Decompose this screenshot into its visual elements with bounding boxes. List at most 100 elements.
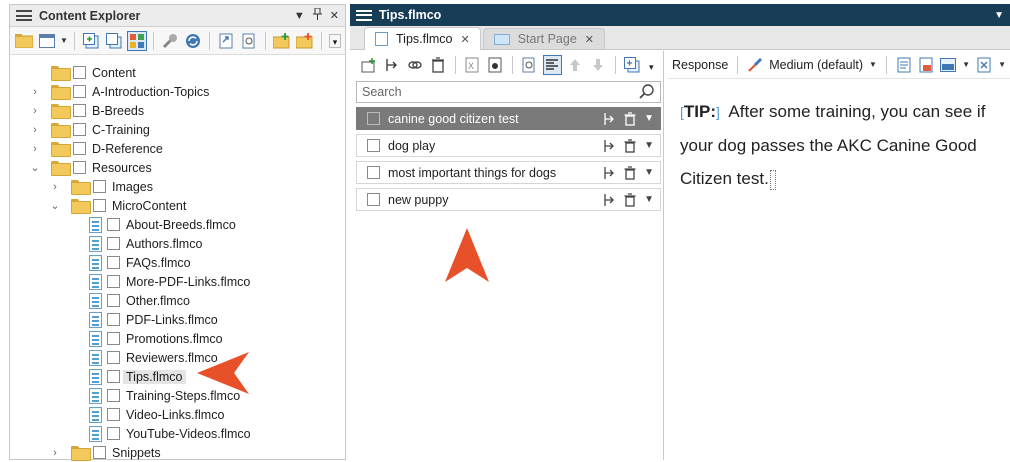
tree-checkbox[interactable] bbox=[107, 218, 120, 231]
style-icon[interactable] bbox=[747, 55, 763, 75]
insert-pdf-icon[interactable] bbox=[918, 55, 934, 75]
link-icon[interactable] bbox=[406, 55, 425, 75]
tree-checkbox[interactable] bbox=[107, 332, 120, 345]
find-icon[interactable] bbox=[520, 55, 539, 75]
dropdown-icon[interactable]: ▼ bbox=[294, 10, 305, 22]
tree-folder-row[interactable]: › C-Training bbox=[10, 120, 345, 139]
layout-icon[interactable] bbox=[126, 30, 147, 51]
dropdown-icon[interactable]: ▼ bbox=[644, 140, 654, 151]
preview-icon[interactable] bbox=[486, 55, 505, 75]
tree-folder-row[interactable]: › Snippets bbox=[10, 443, 345, 462]
chevron-right-icon[interactable]: › bbox=[29, 124, 41, 136]
tree-checkbox[interactable] bbox=[107, 256, 120, 269]
tree-checkbox[interactable] bbox=[107, 313, 120, 326]
chevron-right-icon[interactable]: › bbox=[29, 86, 41, 98]
window-dropdown-icon[interactable]: ▼ bbox=[994, 10, 1004, 21]
tree-file-row[interactable]: Tips.flmco bbox=[10, 367, 345, 386]
add-variant-icon[interactable] bbox=[383, 55, 402, 75]
tree-folder-row[interactable]: ⌄ MicroContent bbox=[10, 196, 345, 215]
dropdown-icon[interactable]: ▼ bbox=[644, 167, 654, 178]
tree-file-row[interactable]: Training-Steps.flmco bbox=[10, 386, 345, 405]
close-tab-icon[interactable]: ✕ bbox=[461, 33, 470, 46]
tree-checkbox[interactable] bbox=[107, 237, 120, 250]
tree-checkbox[interactable] bbox=[107, 294, 120, 307]
chevron-right-icon[interactable]: › bbox=[29, 105, 41, 117]
tab-start-page[interactable]: Start Page ✕ bbox=[482, 28, 606, 49]
tree-checkbox[interactable] bbox=[73, 66, 86, 79]
tree-checkbox[interactable] bbox=[73, 161, 86, 174]
duplicate-icon[interactable] bbox=[623, 55, 642, 75]
size-select[interactable]: Medium (default) bbox=[769, 58, 863, 72]
phrase-item[interactable]: new puppy ▼ bbox=[356, 188, 661, 211]
tree-checkbox[interactable] bbox=[93, 199, 106, 212]
close-tab-icon[interactable]: ✕ bbox=[585, 33, 594, 46]
add-variant-icon[interactable] bbox=[602, 193, 616, 207]
phrase-checkbox[interactable] bbox=[367, 166, 380, 179]
link-dropdown-icon[interactable]: ▼ bbox=[998, 60, 1006, 69]
tree-file-row[interactable]: FAQs.flmco bbox=[10, 253, 345, 272]
tools-icon[interactable] bbox=[160, 31, 180, 51]
tree-checkbox[interactable] bbox=[107, 370, 120, 383]
delete-icon[interactable] bbox=[624, 138, 636, 153]
toolbar-overflow-icon[interactable]: ▾ bbox=[646, 58, 657, 72]
phrase-checkbox[interactable] bbox=[367, 139, 380, 152]
new-item-icon[interactable] bbox=[81, 31, 101, 51]
tree-checkbox[interactable] bbox=[93, 180, 106, 193]
tree-folder-row[interactable]: › Images bbox=[10, 177, 345, 196]
menu-icon[interactable] bbox=[16, 10, 32, 21]
tree-file-row[interactable]: PDF-Links.flmco bbox=[10, 310, 345, 329]
tree-file-row[interactable]: Video-Links.flmco bbox=[10, 405, 345, 424]
tree-checkbox[interactable] bbox=[107, 389, 120, 402]
tree-folder-row[interactable]: › D-Reference bbox=[10, 139, 345, 158]
phrase-item[interactable]: dog play ▼ bbox=[356, 134, 661, 157]
new-folder-icon[interactable] bbox=[272, 31, 292, 51]
view-dropdown-icon[interactable]: ▼ bbox=[60, 36, 68, 45]
insert-link-icon[interactable] bbox=[976, 55, 992, 75]
add-variant-icon[interactable] bbox=[602, 139, 616, 153]
phrase-checkbox[interactable] bbox=[367, 193, 380, 206]
tree-folder-row[interactable]: ⌄ Resources bbox=[10, 158, 345, 177]
chevron-right-icon[interactable]: › bbox=[29, 143, 41, 155]
dropdown-icon[interactable]: ▼ bbox=[644, 194, 654, 205]
tree-file-row[interactable]: Promotions.flmco bbox=[10, 329, 345, 348]
copy-icon[interactable] bbox=[104, 31, 124, 51]
tree-folder-row[interactable]: Content bbox=[10, 63, 345, 82]
folder-add-icon[interactable] bbox=[295, 31, 315, 51]
tree-checkbox[interactable] bbox=[73, 85, 86, 98]
tree-checkbox[interactable] bbox=[107, 427, 120, 440]
tree-checkbox[interactable] bbox=[93, 446, 106, 459]
tree-file-row[interactable]: About-Breeds.flmco bbox=[10, 215, 345, 234]
delete-icon[interactable] bbox=[624, 111, 636, 126]
image-dropdown-icon[interactable]: ▼ bbox=[962, 60, 970, 69]
toolbar-overflow-icon[interactable]: ▾ bbox=[329, 33, 341, 48]
view-icon[interactable] bbox=[37, 31, 57, 51]
tree-checkbox[interactable] bbox=[73, 142, 86, 155]
chevron-down-icon[interactable]: ⌄ bbox=[29, 161, 41, 174]
tree-file-row[interactable]: YouTube-Videos.flmco bbox=[10, 424, 345, 443]
tree-checkbox[interactable] bbox=[73, 104, 86, 117]
delete-icon[interactable] bbox=[624, 192, 636, 207]
chevron-right-icon[interactable]: › bbox=[49, 181, 61, 193]
close-icon[interactable]: ✕ bbox=[330, 9, 339, 22]
response-content[interactable]: [TIP:] After some training, you can see … bbox=[668, 79, 1010, 195]
insert-doc-icon[interactable] bbox=[896, 55, 912, 75]
open-folder-icon[interactable] bbox=[14, 31, 34, 51]
search-input[interactable] bbox=[362, 85, 639, 99]
menu-icon[interactable] bbox=[356, 9, 372, 21]
add-variant-icon[interactable] bbox=[602, 166, 616, 180]
dropdown-icon[interactable]: ▼ bbox=[644, 113, 654, 124]
export-icon[interactable] bbox=[216, 31, 236, 51]
tree-checkbox[interactable] bbox=[107, 351, 120, 364]
chevron-down-icon[interactable]: ⌄ bbox=[49, 199, 61, 212]
delete-icon[interactable] bbox=[429, 55, 448, 75]
align-icon[interactable] bbox=[542, 55, 562, 75]
tree-folder-row[interactable]: › B-Breeds bbox=[10, 101, 345, 120]
find-icon[interactable] bbox=[239, 31, 259, 51]
tab-tips[interactable]: Tips.flmco ✕ bbox=[364, 27, 481, 50]
tree-checkbox[interactable] bbox=[107, 408, 120, 421]
delete-icon[interactable] bbox=[624, 165, 636, 180]
tree-checkbox[interactable] bbox=[73, 123, 86, 136]
search-icon[interactable] bbox=[639, 84, 655, 100]
chevron-right-icon[interactable]: › bbox=[49, 447, 61, 459]
size-dropdown-icon[interactable]: ▼ bbox=[869, 60, 877, 69]
